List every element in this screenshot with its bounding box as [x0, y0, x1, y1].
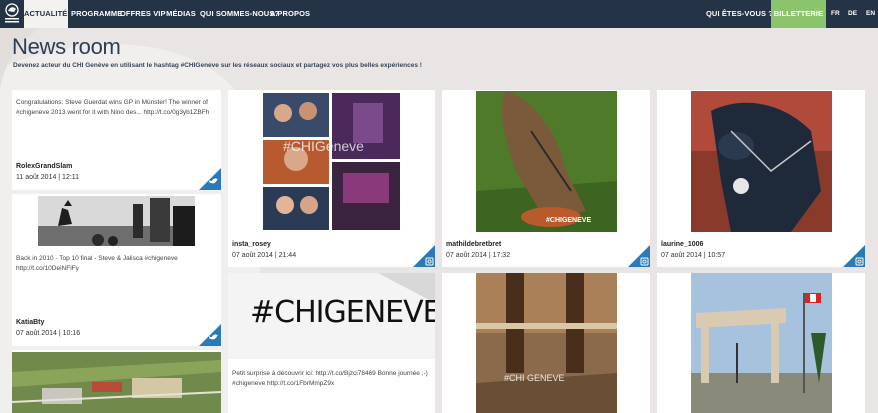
tweet-card[interactable]: Congratulations: Steve Guerdat wins GP i… — [12, 90, 221, 190]
instagram-icon[interactable] — [413, 245, 435, 267]
chi-geneve-logo[interactable] — [0, 0, 24, 28]
instagram-card[interactable]: #CHIGENEVE mathildebretbret 07 août 2014… — [442, 90, 650, 267]
nav-actualites[interactable]: ACTUALITÉS — [24, 0, 72, 28]
twitter-icon[interactable] — [199, 168, 221, 190]
lang-en[interactable]: EN — [866, 0, 875, 28]
page-subtitle: Devenez acteur du CHI Genève en utilisan… — [13, 62, 422, 69]
instagram-author[interactable]: insta_rosey — [232, 241, 271, 248]
photo-card[interactable] — [12, 350, 221, 413]
page-title: News room — [12, 34, 121, 59]
tweet-photo[interactable] — [38, 196, 195, 246]
instagram-date: 07 août 2014 | 21:44 — [232, 252, 297, 259]
photo-hashtag: #CHI GENEVE — [504, 373, 565, 383]
tweet-text: Back in 2010 - Top 10 final - Steve & Ja… — [16, 255, 178, 262]
instagram-card[interactable] — [657, 273, 865, 413]
tweet-text: Congratulations: Steve Guerdat wins GP i… — [16, 99, 210, 116]
who-are-you-dropdown[interactable]: QUI ÊTES-VOUS ? ▾ — [706, 0, 779, 28]
nav-programme[interactable]: PROGRAMME — [71, 0, 122, 28]
tweet-date: 11 août 2014 | 12:11 — [16, 174, 80, 181]
tweet-author[interactable]: KatiaBty — [16, 319, 44, 326]
instagram-author[interactable]: mathildebretbret — [446, 241, 501, 248]
nav-offres-vip[interactable]: OFFRES VIP — [120, 0, 165, 28]
horse-legs-photo[interactable]: #CHI GENEVE — [476, 273, 617, 413]
nav-qui-sommes-nous[interactable]: QUI SOMMES-NOUS? — [200, 0, 279, 28]
lang-fr[interactable]: FR — [831, 0, 840, 28]
tweet-link[interactable]: http://t.co/10DeiNFlFy — [16, 264, 216, 274]
twitter-icon[interactable] — [199, 324, 221, 346]
instagram-card[interactable]: #CHI GENEVE — [442, 273, 650, 413]
tweet-text: Petit surprise à découvrir ici: http://t… — [232, 370, 428, 377]
instagram-date: 07 août 2014 | 10:57 — [661, 252, 726, 259]
instagram-card[interactable]: #CHIGeneve insta_rosey 07 août 2014 | 21… — [228, 90, 435, 267]
tweet-date: 07 août 2014 | 10:16 — [16, 330, 81, 337]
handwritten-hashtag: #CHIGENEVE — [250, 295, 435, 330]
instagram-date: 07 août 2014 | 17:32 — [446, 252, 511, 259]
instagram-author[interactable]: laurine_1006 — [661, 241, 703, 248]
instagram-card[interactable]: laurine_1006 07 août 2014 | 10:57 — [657, 90, 865, 267]
entrance-flags-photo[interactable] — [691, 273, 832, 413]
nav-a-propos[interactable]: A PROPOS — [270, 0, 310, 28]
instagram-icon[interactable] — [843, 245, 865, 267]
collage-photo[interactable] — [263, 93, 400, 230]
tweet-author[interactable]: RolexGrandSlam — [16, 163, 72, 170]
tweet-card[interactable]: Back in 2010 - Top 10 final - Steve & Ja… — [12, 194, 221, 346]
lang-de[interactable]: DE — [848, 0, 857, 28]
instagram-icon[interactable] — [628, 245, 650, 267]
billetterie-button[interactable]: BILLETTERIE — [771, 0, 826, 28]
top-navigation-bar: ACTUALITÉS PROGRAMME OFFRES VIP MÉDIAS Q… — [0, 0, 878, 28]
dark-horse-photo[interactable] — [691, 91, 832, 232]
nav-medias[interactable]: MÉDIAS — [166, 0, 196, 28]
aerial-photo[interactable] — [12, 352, 221, 413]
horse-photo[interactable]: #CHIGENEVE — [476, 91, 617, 232]
tweet-photo[interactable]: #CHIGENEVE — [228, 273, 435, 359]
tweet-link[interactable]: #chigeneve http://t.co/1FbrMmpZ9x — [232, 379, 435, 389]
collage-overlay-text: #CHIGeneve — [283, 138, 364, 154]
tweet-card[interactable]: #CHIGENEVE Petit surprise à découvrir ic… — [228, 273, 435, 413]
photo-hashtag: #CHIGENEVE — [546, 217, 592, 224]
